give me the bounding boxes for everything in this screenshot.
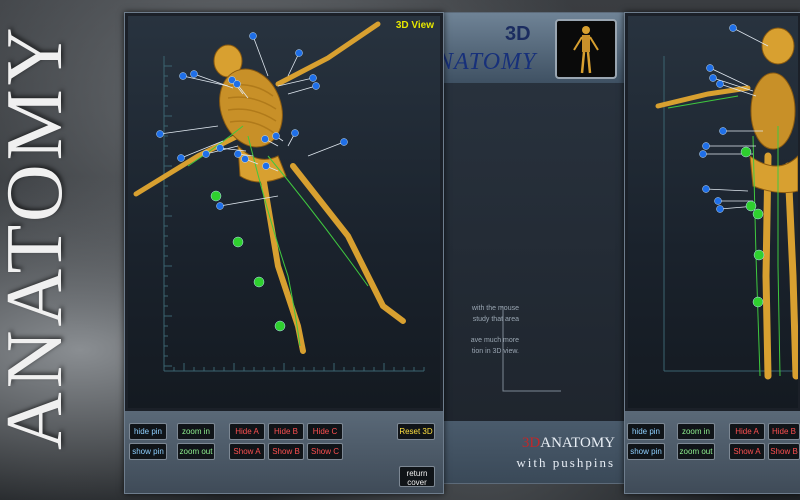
green-pushpin[interactable] xyxy=(232,236,244,248)
blue-pushpin[interactable] xyxy=(261,135,269,143)
blue-pushpin[interactable] xyxy=(702,185,710,193)
blue-pushpin[interactable] xyxy=(706,64,714,72)
blue-pushpin[interactable] xyxy=(702,142,710,150)
blue-pushpin[interactable] xyxy=(262,162,270,170)
blue-pushpin[interactable] xyxy=(179,72,187,80)
zoom-in-button[interactable]: zoom in xyxy=(177,423,215,440)
return-cover-label-2: cover xyxy=(407,478,427,487)
blue-pushpin[interactable] xyxy=(202,150,210,158)
footer-brand-anatomy: ANATOMY xyxy=(540,435,615,451)
hide-c-button[interactable]: Hide C xyxy=(307,423,343,440)
right-controls: hide pin show pin zoom in zoom out Hide … xyxy=(625,411,800,493)
blue-pushpin[interactable] xyxy=(216,144,224,152)
footer-brand: 3DANATOMY xyxy=(522,435,615,452)
blue-pushpin[interactable] xyxy=(190,70,198,78)
blue-pushpin[interactable] xyxy=(709,74,717,82)
zoom-out-button[interactable]: zoom out xyxy=(677,443,715,460)
skeleton-thumbnail-button[interactable] xyxy=(555,19,617,79)
brand-3d: 3D xyxy=(505,23,531,45)
blue-pushpin[interactable] xyxy=(295,49,303,57)
footer-subtitle: with pushpins xyxy=(516,455,615,470)
left-3d-canvas[interactable]: 3D View xyxy=(128,16,440,408)
show-b-button[interactable]: Show B xyxy=(768,443,800,460)
left-3d-viewer: 3D View hide pin show pin zoom in zoom o… xyxy=(124,12,444,494)
green-pushpin[interactable] xyxy=(752,208,764,220)
view-label: 3D View xyxy=(395,20,434,31)
center-panel: 3D NATOMY with the mouse study that area… xyxy=(430,12,632,484)
return-cover-label-1: return xyxy=(406,469,428,478)
center-footer: 3DANATOMY with pushpins xyxy=(431,421,631,483)
show-pin-button[interactable]: show pin xyxy=(129,443,167,460)
blue-pushpin[interactable] xyxy=(699,150,707,158)
zoom-out-button[interactable]: zoom out xyxy=(177,443,215,460)
reset-3d-button[interactable]: Reset 3D xyxy=(397,423,435,440)
pin-leader-line xyxy=(307,141,345,157)
show-a-button[interactable]: Show A xyxy=(729,443,765,460)
pin-leader-line xyxy=(252,35,269,77)
blue-pushpin[interactable] xyxy=(234,150,242,158)
left-controls: hide pin show pin zoom in zoom out Hide … xyxy=(125,411,443,493)
pin-leader-line xyxy=(732,27,769,47)
right-3d-viewer: hide pin show pin zoom in zoom out Hide … xyxy=(624,12,800,494)
hide-b-button[interactable]: Hide B xyxy=(268,423,304,440)
show-c-button[interactable]: Show C xyxy=(307,443,343,460)
green-pushpin[interactable] xyxy=(210,190,222,202)
blue-pushpin[interactable] xyxy=(241,155,249,163)
blue-pushpin[interactable] xyxy=(340,138,348,146)
hide-pin-button[interactable]: hide pin xyxy=(129,423,167,440)
center-header: 3D NATOMY xyxy=(431,13,631,83)
blue-pushpin[interactable] xyxy=(291,129,299,137)
blue-pushpin[interactable] xyxy=(249,32,257,40)
brand-anatomy: NATOMY xyxy=(437,49,537,75)
blue-pushpin[interactable] xyxy=(719,127,727,135)
hide-b-button[interactable]: Hide B xyxy=(768,423,800,440)
hide-pin-button[interactable]: hide pin xyxy=(627,423,665,440)
skeleton-front-model xyxy=(655,24,798,380)
skeleton-thumbnail-icon xyxy=(573,26,599,74)
hide-a-button[interactable]: Hide A xyxy=(729,423,765,440)
blue-pushpin[interactable] xyxy=(272,132,280,140)
green-pushpin[interactable] xyxy=(740,146,752,158)
blue-pushpin[interactable] xyxy=(312,82,320,90)
pin-leader-line xyxy=(159,125,219,135)
show-pin-button[interactable]: show pin xyxy=(627,443,665,460)
right-3d-canvas[interactable] xyxy=(628,16,798,408)
show-a-button[interactable]: Show A xyxy=(229,443,265,460)
pin-leader-line xyxy=(182,75,229,87)
green-pushpin[interactable] xyxy=(274,320,286,332)
blue-pushpin[interactable] xyxy=(177,154,185,162)
side-title: ANATOMY xyxy=(0,23,79,450)
footer-brand-3d: 3D xyxy=(521,435,541,451)
green-pushpin[interactable] xyxy=(753,249,765,261)
blue-pushpin[interactable] xyxy=(216,202,224,210)
blue-pushpin[interactable] xyxy=(309,74,317,82)
skeleton-3d-model xyxy=(133,21,425,372)
pin-leader-line xyxy=(287,85,317,95)
zoom-in-button[interactable]: zoom in xyxy=(677,423,715,440)
pin-leader-line xyxy=(705,188,749,192)
blue-pushpin[interactable] xyxy=(233,80,241,88)
green-pushpin[interactable] xyxy=(745,200,757,212)
show-b-button[interactable]: Show B xyxy=(268,443,304,460)
blue-pushpin[interactable] xyxy=(716,80,724,88)
connector-line xyxy=(501,306,561,392)
blue-pushpin[interactable] xyxy=(156,130,164,138)
return-cover-button[interactable]: return cover xyxy=(399,466,435,487)
blue-pushpin[interactable] xyxy=(716,205,724,213)
green-pushpin[interactable] xyxy=(752,296,764,308)
hide-a-button[interactable]: Hide A xyxy=(229,423,265,440)
blue-pushpin[interactable] xyxy=(714,197,722,205)
green-pushpin[interactable] xyxy=(253,276,265,288)
blue-pushpin[interactable] xyxy=(729,24,737,32)
